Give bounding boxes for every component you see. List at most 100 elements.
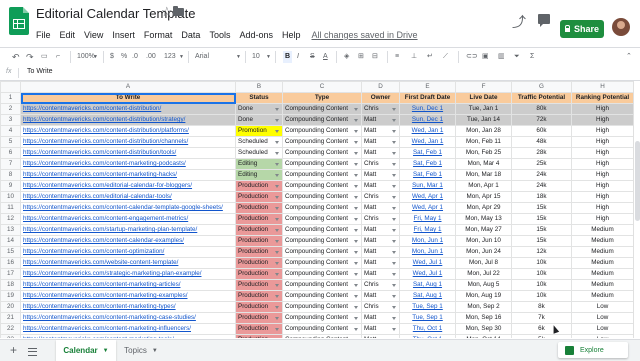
text-rotation-icon[interactable]: ⟋ — [443, 51, 448, 63]
cell-first-draft-date[interactable]: Sat, Aug 1 — [399, 290, 456, 302]
cell-traffic-potential[interactable]: 10k — [511, 279, 572, 291]
row-number[interactable]: 11 — [0, 202, 21, 214]
cell-type[interactable]: Compounding Content — [282, 268, 362, 280]
menu-item-help[interactable]: Help — [282, 30, 301, 40]
cell-owner[interactable]: Matt — [361, 180, 400, 192]
cell-owner[interactable]: Matt — [361, 136, 400, 148]
row-number[interactable]: 14 — [0, 235, 21, 247]
cell-first-draft-date[interactable]: Fri, May 1 — [399, 224, 456, 236]
row-number[interactable]: 21 — [0, 312, 21, 324]
tab-calendar[interactable]: Calendar ▼ — [56, 340, 116, 361]
scrollbar-thumb[interactable] — [635, 141, 640, 221]
column-header[interactable]: H — [571, 81, 634, 93]
cell-status[interactable]: Done — [235, 114, 283, 126]
cell-traffic-potential[interactable]: 8k — [511, 301, 572, 313]
row-number[interactable]: 16 — [0, 257, 21, 269]
cell-url[interactable]: https://contentmavericks.com/content-dis… — [20, 114, 236, 126]
cell-ranking-potential[interactable]: Medium — [571, 224, 634, 236]
cell-type[interactable]: Compounding Content — [282, 323, 362, 335]
header-cell-traffic-potential[interactable]: Traffic Potential — [511, 92, 572, 104]
cell-status[interactable]: Editing — [235, 169, 283, 181]
cell-live-date[interactable]: Mon, Aug 5 — [455, 279, 512, 291]
cell-live-date[interactable]: Mon, Apr 1 — [455, 180, 512, 192]
cell-ranking-potential[interactable]: High — [571, 191, 634, 203]
merge-cells-icon[interactable]: ⊟ — [372, 51, 378, 63]
row-number[interactable]: 22 — [0, 323, 21, 335]
cell-status[interactable]: Production — [235, 213, 283, 225]
cell-ranking-potential[interactable]: High — [571, 147, 634, 159]
cell-type[interactable]: Compounding Content — [282, 103, 362, 115]
cell-url[interactable]: https://contentmavericks.com/content-dis… — [20, 147, 236, 159]
row-number[interactable]: 12 — [0, 213, 21, 225]
row-number[interactable]: 18 — [0, 279, 21, 291]
cell-traffic-potential[interactable]: 6k — [511, 323, 572, 335]
row-number[interactable]: 2 — [0, 103, 21, 115]
cell-url[interactable]: https://contentmavericks.com/content-dis… — [20, 103, 236, 115]
cell-status[interactable]: Production — [235, 290, 283, 302]
functions-icon[interactable]: Σ — [530, 51, 534, 63]
cell-url[interactable]: https://contentmavericks.com/editorial-c… — [20, 191, 236, 203]
header-cell-type[interactable]: Type — [282, 92, 362, 104]
fill-color-icon[interactable]: ◈ — [344, 51, 349, 63]
cell-ranking-potential[interactable]: High — [571, 158, 634, 170]
column-header[interactable]: G — [511, 81, 572, 93]
cell-owner[interactable]: Chris — [361, 301, 400, 313]
cell-url[interactable]: https://contentmavericks.com/content-dis… — [20, 125, 236, 137]
cell-traffic-potential[interactable]: 60k — [511, 125, 572, 137]
cell-status[interactable]: Production — [235, 235, 283, 247]
cell-status[interactable]: Production — [235, 268, 283, 280]
percent-format-button[interactable]: % — [121, 51, 127, 63]
menu-item-insert[interactable]: Insert — [112, 30, 135, 40]
cell-live-date[interactable]: Mon, Oct 14 — [455, 334, 512, 338]
menu-item-file[interactable]: File — [36, 30, 51, 40]
cell-ranking-potential[interactable]: High — [571, 202, 634, 214]
menu-item-view[interactable]: View — [84, 30, 103, 40]
cell-url[interactable]: https://contentmavericks.com/content-cal… — [20, 202, 236, 214]
column-header[interactable]: C — [282, 81, 362, 93]
cell-url[interactable]: https://contentmavericks.com/content-mar… — [20, 290, 236, 302]
cell-traffic-potential[interactable]: 15k — [511, 224, 572, 236]
cell-url[interactable]: https://contentmavericks.com/editorial-c… — [20, 180, 236, 192]
strikethrough-button[interactable]: S — [310, 51, 315, 63]
cell-traffic-potential[interactable]: 10k — [511, 257, 572, 269]
cell-url[interactable]: https://contentmavericks.com/content-eng… — [20, 213, 236, 225]
cell-type[interactable]: Compounding Content — [282, 246, 362, 258]
cell-first-draft-date[interactable]: Sun, Dec 1 — [399, 103, 456, 115]
cell-type[interactable]: Compounding Content — [282, 257, 362, 269]
select-all-corner[interactable] — [0, 81, 21, 93]
collapse-menu-icon[interactable]: ⌃ — [626, 51, 632, 63]
cell-type[interactable]: Compounding Content — [282, 158, 362, 170]
cell-live-date[interactable]: Mon, Sep 30 — [455, 323, 512, 335]
cell-type[interactable]: Compounding Content — [282, 213, 362, 225]
row-number[interactable]: 5 — [0, 136, 21, 148]
cell-owner[interactable]: Matt — [361, 125, 400, 137]
cell-type[interactable]: Compounding Content — [282, 202, 362, 214]
cell-status[interactable]: Production — [235, 246, 283, 258]
all-sheets-icon[interactable] — [28, 348, 37, 356]
cell-url[interactable]: https://contentmavericks.com/content-dis… — [20, 136, 236, 148]
row-number[interactable]: 15 — [0, 246, 21, 258]
cell-ranking-potential[interactable]: Low — [571, 323, 634, 335]
header-cell-first-draft-date[interactable]: First Draft Date — [399, 92, 456, 104]
cell-url[interactable]: https://contentmavericks.com/content-mar… — [20, 279, 236, 291]
formula-input[interactable]: To Write — [27, 68, 53, 75]
cell-traffic-potential[interactable]: 25k — [511, 158, 572, 170]
cell-first-draft-date[interactable]: Mon, Jun 1 — [399, 235, 456, 247]
cell-first-draft-date[interactable]: Sat, Aug 1 — [399, 279, 456, 291]
menu-item-data[interactable]: Data — [181, 30, 200, 40]
vertical-scrollbar[interactable] — [633, 81, 640, 338]
cell-ranking-potential[interactable]: High — [571, 136, 634, 148]
cell-owner[interactable]: Matt — [361, 334, 400, 338]
column-header[interactable]: D — [361, 81, 400, 93]
paint-format-icon[interactable]: ⌐ — [56, 51, 60, 63]
cell-url[interactable]: https://contentmavericks.com/content-mar… — [20, 169, 236, 181]
cell-first-draft-date[interactable]: Sat, Feb 1 — [399, 169, 456, 181]
cell-traffic-potential[interactable]: 18k — [511, 191, 572, 203]
insert-comment-icon[interactable]: ▣ — [482, 51, 489, 63]
cell-url[interactable]: https://contentmavericks.com/website-con… — [20, 257, 236, 269]
cell-status[interactable]: Production — [235, 312, 283, 324]
cell-url[interactable]: https://contentmavericks.com/content-mar… — [20, 312, 236, 324]
cell-type[interactable]: Compounding Content — [282, 180, 362, 192]
share-button[interactable]: Share — [560, 20, 604, 38]
cell-live-date[interactable]: Mon, Feb 11 — [455, 136, 512, 148]
